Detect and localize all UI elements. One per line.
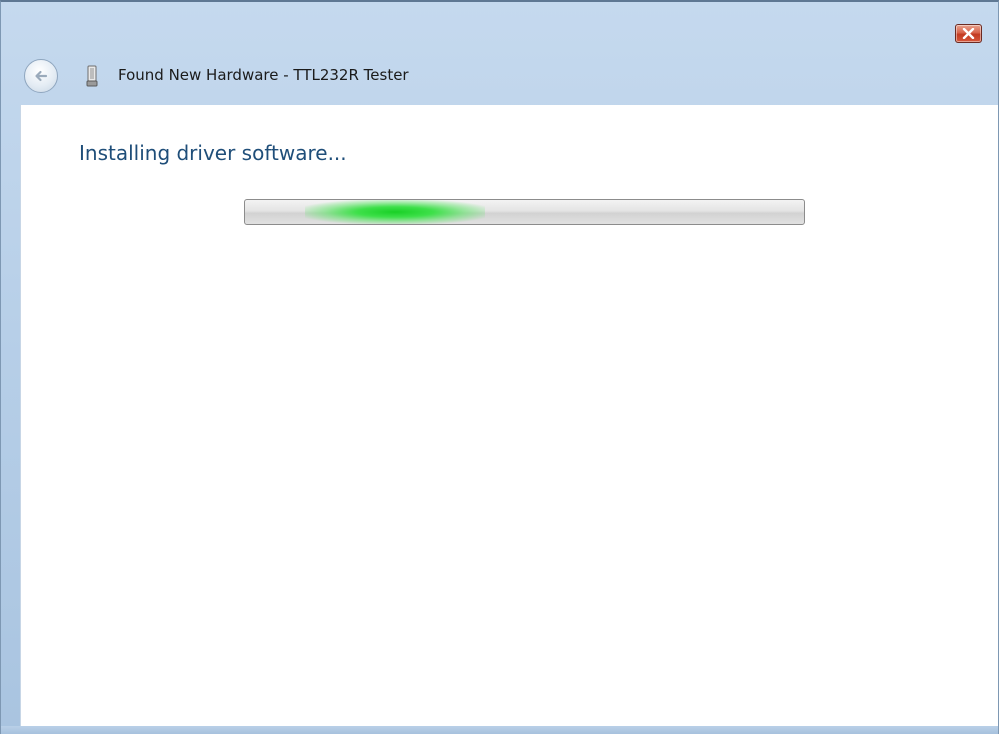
page-heading: Installing driver software... — [79, 141, 347, 165]
progress-indicator — [305, 200, 485, 224]
close-button[interactable] — [955, 24, 982, 43]
close-icon — [962, 28, 975, 39]
progress-bar — [244, 199, 805, 225]
window-bottom-border — [1, 726, 998, 734]
content-area: Installing driver software... — [20, 105, 998, 726]
usb-device-icon — [86, 65, 98, 87]
back-button[interactable] — [24, 59, 58, 93]
title-bar: Found New Hardware - TTL232R Tester — [1, 2, 998, 102]
window-title: Found New Hardware - TTL232R Tester — [118, 66, 409, 84]
dialog-window: Found New Hardware - TTL232R Tester Inst… — [0, 0, 999, 734]
back-arrow-icon — [35, 70, 48, 82]
